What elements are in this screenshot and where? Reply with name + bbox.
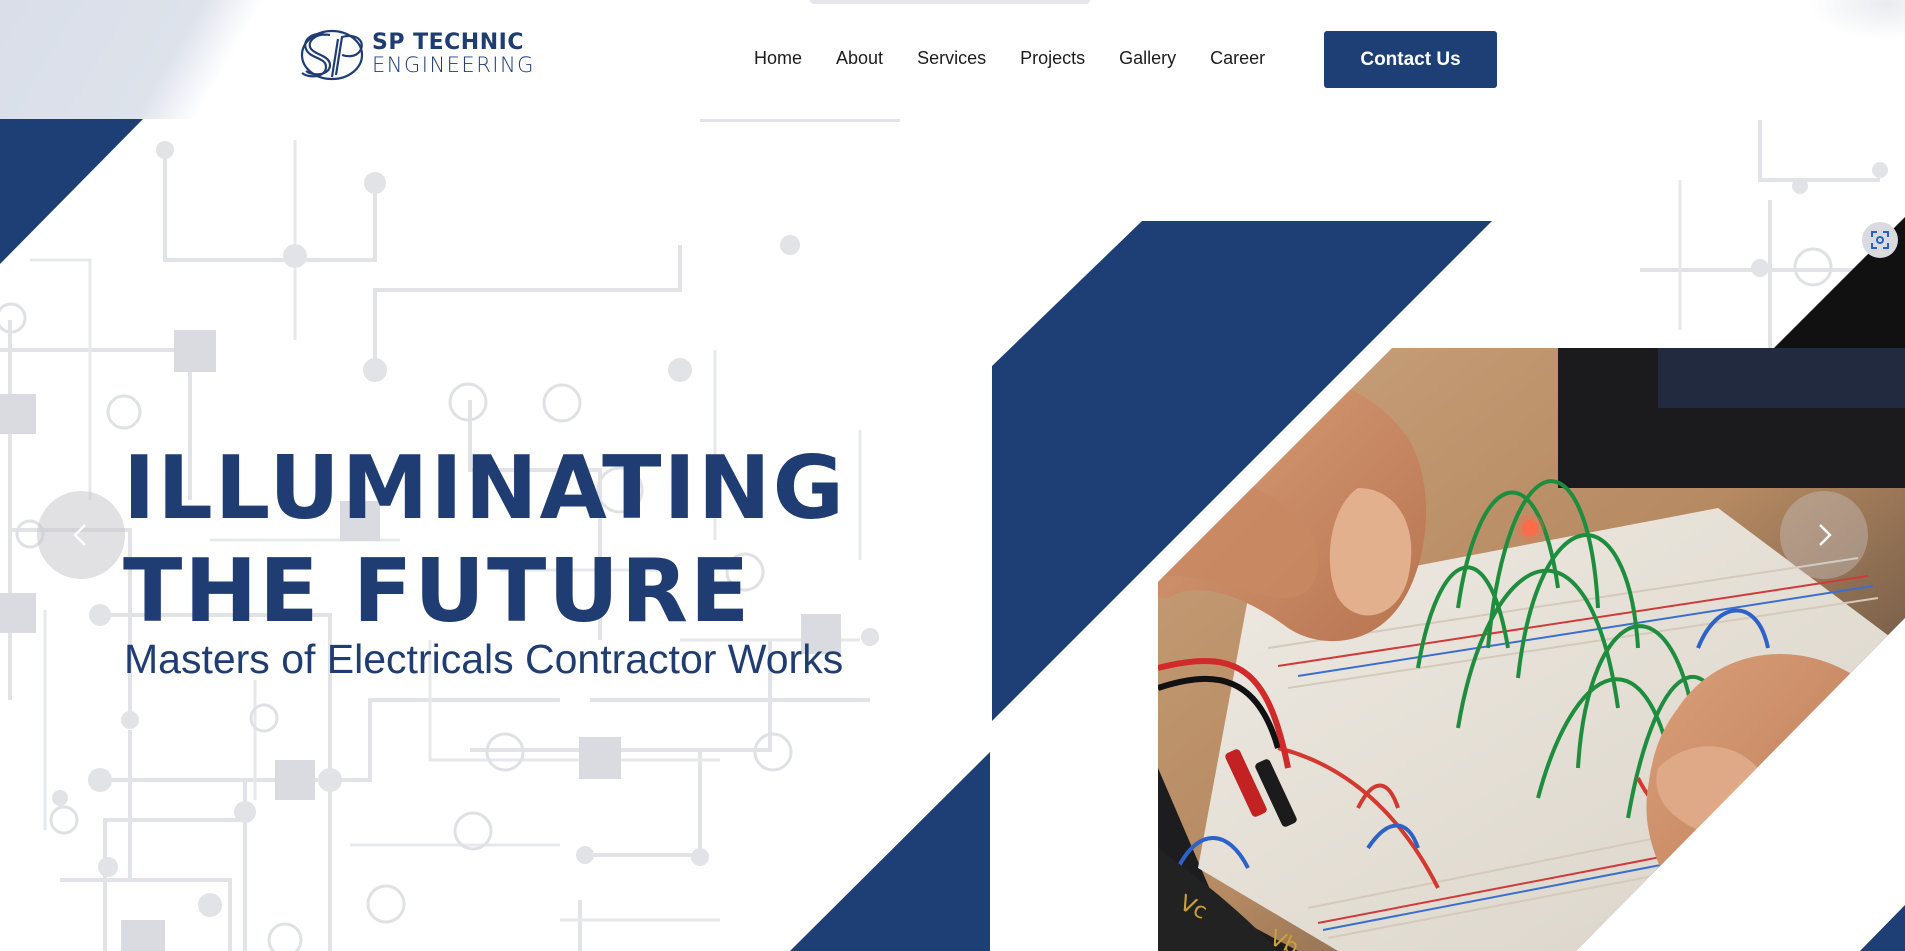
top-indicator xyxy=(810,0,1090,4)
slider-next-button[interactable] xyxy=(1780,491,1868,579)
hero-title-line-2: THE FUTURE xyxy=(123,540,752,642)
hero-subtitle: Masters of Electricals Contractor Works xyxy=(124,636,844,682)
scan-icon xyxy=(1871,231,1889,249)
nav-link-gallery[interactable]: Gallery xyxy=(1119,48,1176,69)
sp-monogram-icon xyxy=(300,29,364,81)
header-gradient-accent xyxy=(0,0,270,119)
corner-shade xyxy=(1810,0,1905,40)
hero-title: ILLUMINATING THE FUTURE xyxy=(123,437,846,643)
contact-us-button[interactable]: Contact Us xyxy=(1324,31,1497,88)
visual-search-button[interactable] xyxy=(1862,222,1898,258)
logo-text-primary: SP TECHNIC xyxy=(372,30,524,55)
nav-link-about[interactable]: About xyxy=(836,48,883,69)
site-header: SP TECHNIC ENGINEERING Home About Servic… xyxy=(0,0,1905,119)
nav-link-career[interactable]: Career xyxy=(1210,48,1265,69)
slider-prev-button[interactable] xyxy=(37,491,125,579)
site-logo[interactable]: SP TECHNIC ENGINEERING xyxy=(296,27,535,81)
chevron-left-icon xyxy=(73,524,86,546)
hero-title-line-1: ILLUMINATING xyxy=(123,437,847,539)
nav-link-home[interactable]: Home xyxy=(754,48,802,69)
nav-link-services[interactable]: Services xyxy=(917,48,986,69)
nav-link-projects[interactable]: Projects xyxy=(1020,48,1085,69)
logo-text-secondary: ENGINEERING xyxy=(372,53,535,77)
main-nav: Home About Services Projects Gallery Car… xyxy=(754,48,1299,69)
chevron-right-icon xyxy=(1819,524,1832,546)
